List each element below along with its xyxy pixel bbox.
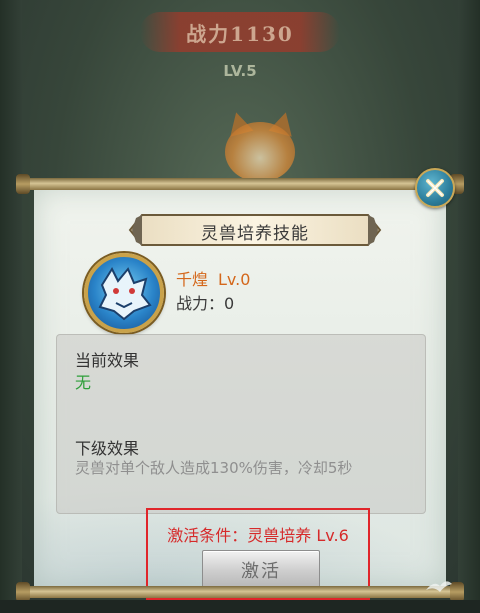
bottom-strip: [0, 600, 480, 613]
skill-name: 千煌: [176, 270, 209, 289]
title-banner: 灵兽培养技能: [128, 212, 382, 248]
skill-power-value: 0: [224, 294, 235, 313]
pet-level-text: LV.5: [223, 62, 257, 80]
next-effect-value: 灵兽对单个敌人造成130%伤害，冷却5秒: [75, 459, 353, 477]
skill-level: Lv.0: [218, 270, 251, 289]
right-side-panel: [458, 0, 480, 613]
scroll-rod-bottom: [16, 582, 464, 602]
close-icon: [426, 179, 444, 197]
combat-power-text: 战力1130: [186, 22, 294, 46]
dialog-title: 灵兽培养技能: [201, 224, 309, 244]
close-button[interactable]: [415, 168, 455, 208]
activation-condition: 激活条件：灵兽培养 Lv.6: [167, 526, 349, 545]
current-effect-label: 当前效果: [75, 351, 140, 370]
left-side-panel: [0, 0, 22, 613]
next-effect-label: 下级效果: [75, 439, 140, 458]
skill-dialog: 灵兽培养技能 千煌 Lv.0 战力：0 当前效果 无 下级效果 灵兽对单个敌人造成…: [16, 168, 464, 602]
effect-panel: 当前效果 无 下级效果 灵兽对单个敌人造成130%伤害，冷却5秒: [56, 334, 426, 514]
current-effect-value: 无: [75, 373, 92, 392]
dialog-body: 灵兽培养技能 千煌 Lv.0 战力：0 当前效果 无 下级效果 灵兽对单个敌人造成…: [34, 188, 446, 600]
skill-icon: [84, 253, 164, 333]
skill-power-line: 战力：0: [176, 290, 234, 314]
activate-button[interactable]: 激活: [202, 550, 320, 590]
skill-power-label: 战力：: [176, 294, 225, 313]
scroll-rod-top: [16, 174, 464, 194]
skill-name-line: 千煌 Lv.0: [176, 266, 260, 290]
crane-decoration-icon: [426, 581, 452, 592]
